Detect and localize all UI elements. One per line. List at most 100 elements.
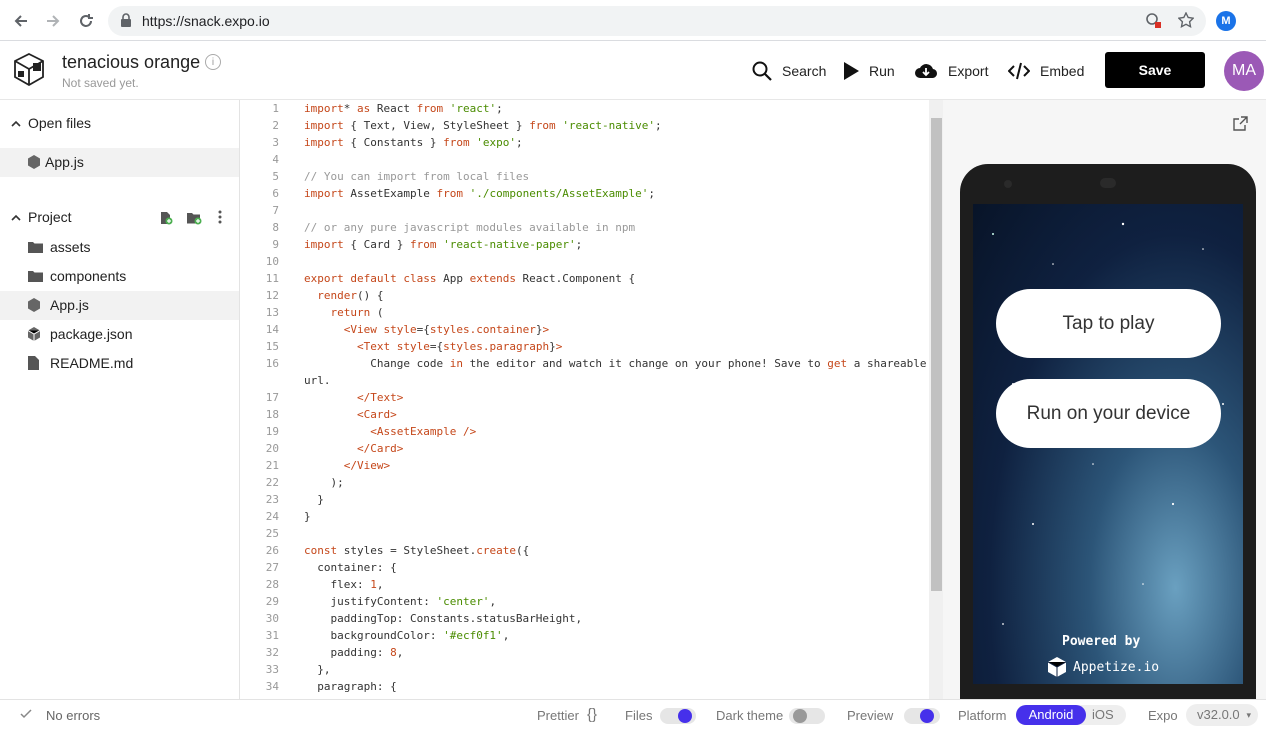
code-line[interactable]: import { Constants } from 'expo';	[304, 136, 523, 149]
forward-icon[interactable]	[41, 9, 65, 33]
code-line[interactable]: padding: 8,	[304, 646, 403, 659]
open-external-icon[interactable]	[1232, 116, 1248, 137]
folder-icon	[28, 269, 43, 285]
chevron-down-icon: ▾	[1246, 710, 1251, 720]
line-number: 20	[265, 442, 279, 455]
code-line[interactable]: export default class App extends React.C…	[304, 272, 635, 285]
line-number: 18	[265, 408, 279, 421]
code-line[interactable]: </View>	[304, 459, 390, 472]
braces-icon[interactable]: {}	[587, 706, 597, 723]
toggle-knob	[678, 709, 692, 723]
preview-toggle[interactable]	[904, 708, 940, 724]
platform-android-option[interactable]: Android	[1016, 705, 1086, 725]
project-title[interactable]: tenacious orange	[62, 52, 200, 73]
code-line[interactable]: }	[304, 493, 324, 506]
tree-item-components[interactable]: components	[0, 262, 239, 291]
bookmark-star-icon[interactable]	[1177, 11, 1195, 33]
code-line[interactable]: import { Card } from 'react-native-paper…	[304, 238, 582, 251]
tree-item-assets[interactable]: assets	[0, 233, 239, 262]
code-line[interactable]: render() {	[304, 289, 383, 302]
search-button[interactable]: Search	[752, 58, 826, 84]
code-line[interactable]: url.	[304, 374, 331, 387]
code-line[interactable]: import { Text, View, StyleSheet } from '…	[304, 119, 662, 132]
file-sidebar: Open files App.js Project assets compone…	[0, 100, 240, 699]
code-line[interactable]: import* as React from 'react';	[304, 102, 503, 115]
line-number: 28	[265, 578, 279, 591]
code-line[interactable]: Change code in the editor and watch it c…	[304, 357, 926, 370]
profile-avatar[interactable]: M	[1216, 11, 1236, 31]
sdk-version-select[interactable]: v32.0.0 ▾	[1186, 704, 1258, 726]
save-button[interactable]: Save	[1105, 52, 1205, 88]
code-line[interactable]: <AssetExample />	[304, 425, 476, 438]
code-line[interactable]: return (	[304, 306, 384, 319]
project-label: Project	[28, 209, 72, 225]
new-file-icon[interactable]	[159, 211, 173, 228]
code-line[interactable]: flex: 1,	[304, 578, 383, 591]
play-icon	[844, 62, 859, 80]
new-folder-icon[interactable]	[186, 211, 202, 228]
prettier-button[interactable]: Prettier	[537, 708, 579, 723]
code-line[interactable]: <View style={styles.container}>	[304, 323, 549, 336]
back-icon[interactable]	[9, 9, 33, 33]
user-avatar[interactable]: MA	[1224, 51, 1264, 91]
info-icon[interactable]: i	[205, 54, 221, 70]
line-number: 26	[265, 544, 279, 557]
tree-item-label: App.js	[50, 297, 89, 313]
code-line[interactable]: // or any pure javascript modules availa…	[304, 221, 635, 234]
error-status[interactable]: No errors	[46, 708, 100, 723]
open-files-header[interactable]: Open files	[0, 108, 240, 138]
line-number: 11	[265, 272, 279, 285]
project-header[interactable]: Project	[0, 202, 240, 232]
reload-icon[interactable]	[74, 9, 98, 33]
open-file-label: App.js	[45, 154, 84, 170]
run-on-device-button[interactable]: Run on your device	[996, 379, 1221, 448]
address-bar[interactable]: https://snack.expo.io	[108, 6, 1206, 36]
tap-to-play-button[interactable]: Tap to play	[996, 289, 1221, 358]
code-line[interactable]: <Text style={styles.paragraph}>	[304, 340, 562, 353]
tree-item-readme[interactable]: README.md	[0, 349, 239, 378]
appetize-brand[interactable]: Appetize.io	[1046, 656, 1159, 678]
export-button[interactable]: Export	[914, 58, 988, 84]
sdk-version-value: v32.0.0	[1197, 707, 1240, 722]
editor-scrollbar-thumb[interactable]	[931, 118, 942, 591]
chevron-up-icon	[11, 116, 21, 132]
run-button[interactable]: Run	[843, 58, 895, 84]
code-line[interactable]: </Text>	[304, 391, 403, 404]
files-toggle[interactable]	[660, 708, 696, 724]
line-number: 12	[265, 289, 279, 302]
code-line[interactable]: container: {	[304, 561, 396, 574]
files-toggle-label: Files	[625, 708, 653, 723]
code-line[interactable]: // You can import from local files	[304, 170, 529, 183]
embed-label: Embed	[1040, 63, 1085, 79]
platform-ios-option[interactable]: iOS	[1092, 707, 1114, 722]
tree-item-label: package.json	[50, 326, 133, 342]
code-line[interactable]: justifyContent: 'center',	[304, 595, 496, 608]
tree-item-package-json[interactable]: package.json	[0, 320, 239, 349]
open-file-item[interactable]: App.js	[0, 148, 239, 177]
snack-logo-icon[interactable]	[10, 51, 48, 94]
code-line[interactable]: );	[304, 476, 343, 489]
line-number: 33	[265, 663, 279, 676]
code-line[interactable]: }	[304, 510, 311, 523]
more-options-icon[interactable]	[218, 210, 222, 227]
extension-icon[interactable]	[1145, 12, 1161, 33]
line-number: 31	[265, 629, 279, 642]
line-number: 21	[265, 459, 279, 472]
code-line[interactable]: <Card>	[304, 408, 397, 421]
save-status: Not saved yet.	[62, 76, 139, 90]
embed-button[interactable]: Embed	[1008, 58, 1084, 84]
code-line[interactable]: backgroundColor: '#ecf0f1',	[304, 629, 509, 642]
search-label: Search	[782, 63, 827, 79]
code-line[interactable]: paddingTop: Constants.statusBarHeight,	[304, 612, 582, 625]
code-line[interactable]: </Card>	[304, 442, 403, 455]
dark-theme-toggle[interactable]	[789, 708, 825, 724]
url-text: https://snack.expo.io	[142, 13, 270, 29]
code-line[interactable]: const styles = StyleSheet.create({	[304, 544, 529, 557]
code-line[interactable]: paragraph: {	[304, 680, 396, 693]
line-number: 27	[265, 561, 279, 574]
code-line[interactable]: },	[304, 663, 330, 676]
code-editor[interactable]: 1 import* as React from 'react'; 2 import {…	[241, 100, 943, 699]
code-line[interactable]: import AssetExample from './components/A…	[304, 187, 655, 200]
js-file-icon	[28, 155, 40, 172]
tree-item-app-js[interactable]: App.js	[0, 291, 239, 320]
